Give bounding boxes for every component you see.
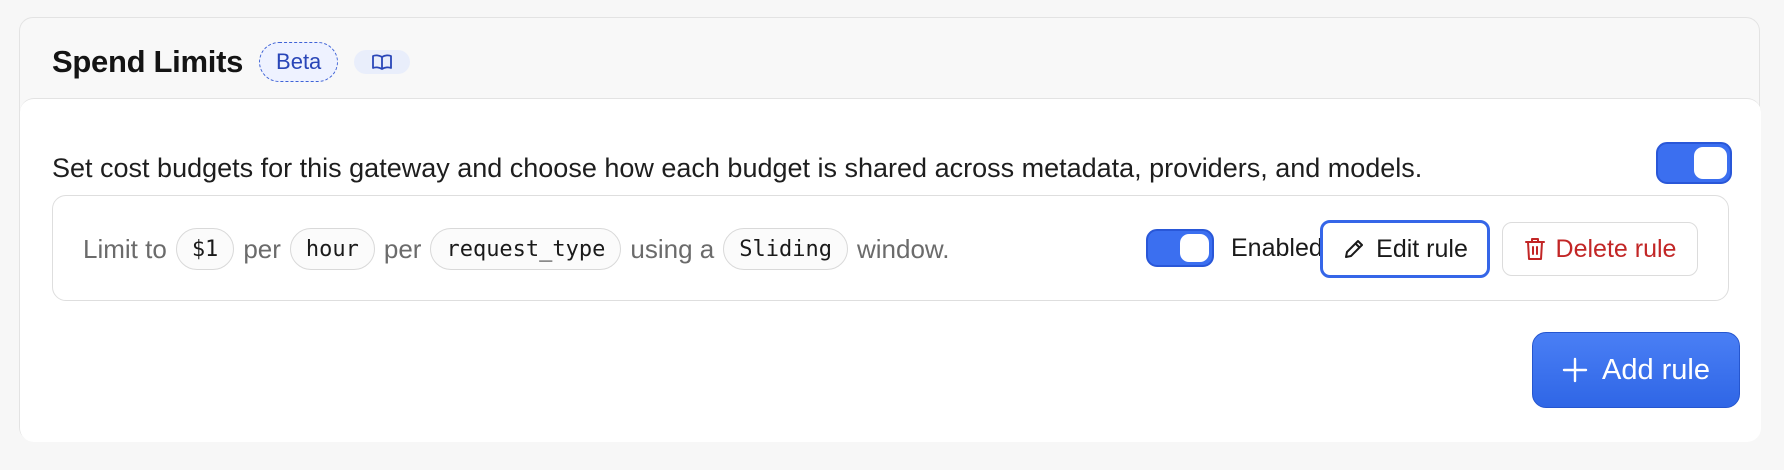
delete-rule-button[interactable]: Delete rule bbox=[1502, 222, 1698, 276]
enabled-label: Enabled bbox=[1231, 234, 1323, 262]
pencil-icon bbox=[1342, 237, 1366, 261]
rule-card: Limit to $1 per hour per request_type us… bbox=[52, 195, 1729, 301]
book-open-icon bbox=[371, 53, 393, 71]
edit-rule-button[interactable]: Edit rule bbox=[1320, 220, 1490, 278]
rule-per-text: per bbox=[383, 233, 422, 264]
amount-chip: $1 bbox=[175, 228, 235, 270]
docs-link[interactable] bbox=[354, 50, 411, 74]
rule-per-text: per bbox=[243, 233, 281, 264]
spend-limits-body: Set cost budgets for this gateway and ch… bbox=[20, 98, 1761, 442]
delete-rule-label: Delete rule bbox=[1555, 234, 1677, 263]
rule-prefix: Limit to bbox=[83, 233, 167, 264]
period-chip: hour bbox=[289, 228, 375, 270]
toggle-knob bbox=[1180, 234, 1209, 262]
window-type-chip: Sliding bbox=[723, 228, 848, 270]
rule-suffix: window. bbox=[856, 233, 950, 264]
spend-limits-panel: Spend Limits Beta Set cost budgets for t… bbox=[19, 17, 1761, 442]
edit-rule-label: Edit rule bbox=[1376, 234, 1468, 263]
beta-badge: Beta bbox=[259, 42, 339, 82]
panel-header: Spend Limits Beta bbox=[52, 40, 411, 84]
add-rule-button[interactable]: Add rule bbox=[1532, 332, 1740, 408]
spend-limits-toggle[interactable] bbox=[1656, 142, 1732, 184]
plus-icon bbox=[1562, 357, 1588, 383]
rule-enabled-toggle[interactable] bbox=[1146, 229, 1214, 267]
toggle-knob bbox=[1694, 147, 1727, 179]
description-text: Set cost budgets for this gateway and ch… bbox=[52, 153, 1423, 183]
page-title: Spend Limits bbox=[52, 44, 244, 79]
dimension-chip: request_type bbox=[430, 228, 622, 270]
trash-icon bbox=[1524, 236, 1546, 262]
add-rule-label: Add rule bbox=[1601, 353, 1710, 386]
rule-using-text: using a bbox=[630, 233, 715, 264]
rule-sentence: Limit to $1 per hour per request_type us… bbox=[83, 228, 949, 270]
